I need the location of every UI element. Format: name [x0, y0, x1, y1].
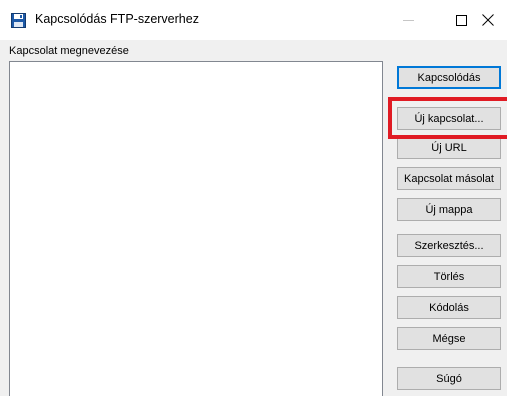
window-title: Kapcsolódás FTP-szerverhez	[35, 12, 199, 26]
highlight-box	[388, 97, 507, 139]
help-button[interactable]: Súgó	[397, 367, 501, 390]
cancel-button[interactable]: Mégse	[397, 327, 501, 350]
connect-button[interactable]: Kapcsolódás	[397, 66, 501, 89]
new-url-button[interactable]: Új URL	[397, 136, 501, 159]
encoding-button[interactable]: Kódolás	[397, 296, 501, 319]
minimize-icon	[402, 19, 414, 21]
minimize-button[interactable]	[385, 0, 431, 40]
copy-connection-button[interactable]: Kapcsolat másolat	[397, 167, 501, 190]
connection-list-label: Kapcsolat megnevezése	[9, 45, 129, 57]
title-bar[interactable]: Kapcsolódás FTP-szerverhez	[0, 0, 507, 40]
close-button[interactable]	[482, 0, 507, 40]
ftp-connect-dialog: Kapcsolódás FTP-szerverhez Kapcsolat meg…	[0, 0, 507, 396]
maximize-icon	[455, 14, 467, 26]
connection-list[interactable]	[9, 61, 383, 396]
new-folder-button[interactable]: Új mappa	[397, 198, 501, 221]
save-disk-icon	[11, 13, 26, 28]
delete-button[interactable]: Törlés	[397, 265, 501, 288]
close-icon	[482, 14, 494, 26]
maximize-button[interactable]	[438, 0, 484, 40]
edit-button[interactable]: Szerkesztés...	[397, 234, 501, 257]
